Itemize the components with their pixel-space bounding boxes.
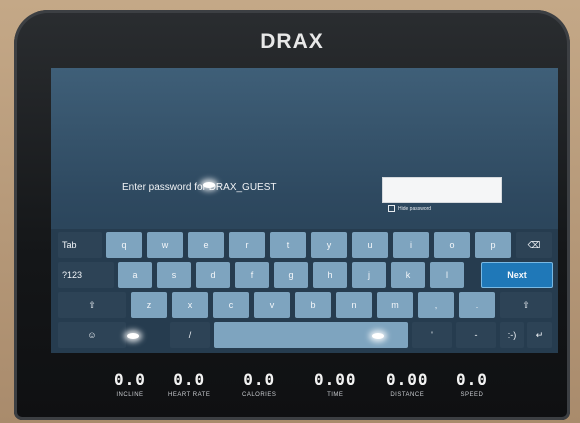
key-emoji[interactable]: ☺ bbox=[58, 322, 126, 348]
key-p[interactable]: p bbox=[475, 232, 511, 258]
workout-stats-panel: 0.0 INCLINE 0.0 HEART RATE 0.0 CALORIES … bbox=[94, 370, 514, 410]
light-reflection bbox=[127, 333, 139, 339]
console-bezel: DRAX Enter password for DRAX_GUEST Hide … bbox=[14, 10, 570, 420]
key-shift-left[interactable]: ⇧ bbox=[58, 292, 126, 318]
stat-value: 0.0 bbox=[173, 370, 206, 389]
key-r[interactable]: r bbox=[229, 232, 265, 258]
stat-label: SPEED bbox=[460, 392, 484, 398]
hide-password-option[interactable]: Hide password bbox=[388, 205, 431, 212]
key-i[interactable]: i bbox=[393, 232, 429, 258]
key-c[interactable]: c bbox=[213, 292, 249, 318]
key-t[interactable]: t bbox=[270, 232, 306, 258]
stat-value: 0.0 bbox=[456, 370, 488, 389]
key-next[interactable]: Next bbox=[481, 262, 553, 288]
key-slash[interactable]: / bbox=[170, 322, 210, 348]
password-input[interactable] bbox=[382, 177, 502, 203]
brand-logo: DRAX bbox=[260, 30, 324, 53]
key-j[interactable]: j bbox=[352, 262, 386, 288]
key-w[interactable]: w bbox=[147, 232, 183, 258]
key-a[interactable]: a bbox=[118, 262, 152, 288]
key-d[interactable]: d bbox=[196, 262, 230, 288]
stat-label: TIME bbox=[327, 392, 344, 398]
stat-value: 0.0 bbox=[243, 370, 276, 389]
stat-value: 0.00 bbox=[386, 370, 429, 389]
key-o[interactable]: o bbox=[434, 232, 470, 258]
key-period[interactable]: . bbox=[459, 292, 495, 318]
key-enter[interactable]: ↵ bbox=[527, 322, 552, 348]
stat-value: 0.0 bbox=[114, 370, 146, 389]
stat-label: DISTANCE bbox=[390, 392, 425, 398]
key-tab[interactable]: Tab bbox=[58, 232, 102, 258]
key-f[interactable]: f bbox=[235, 262, 269, 288]
key-g[interactable]: g bbox=[274, 262, 308, 288]
key-u[interactable]: u bbox=[352, 232, 388, 258]
password-prompt: Enter password for DRAX_GUEST bbox=[122, 182, 277, 193]
key-q[interactable]: q bbox=[106, 232, 142, 258]
key-y[interactable]: y bbox=[311, 232, 347, 258]
key-h[interactable]: h bbox=[313, 262, 347, 288]
stat-value: 0.00 bbox=[314, 370, 357, 389]
key-shift-right[interactable]: ⇧ bbox=[500, 292, 552, 318]
stat-label: CALORIES bbox=[242, 392, 277, 398]
stat-calories: 0.0 CALORIES bbox=[242, 370, 276, 398]
key-z[interactable]: z bbox=[131, 292, 167, 318]
key-dash[interactable]: - bbox=[456, 322, 496, 348]
light-reflection bbox=[203, 182, 215, 188]
key-s[interactable]: s bbox=[157, 262, 191, 288]
key-b[interactable]: b bbox=[295, 292, 331, 318]
stat-label: HEART RATE bbox=[168, 392, 211, 398]
stat-speed: 0.0 SPEED bbox=[456, 370, 488, 398]
hide-password-checkbox[interactable] bbox=[388, 205, 395, 212]
key-apostrophe[interactable]: ' bbox=[412, 322, 452, 348]
key-k[interactable]: k bbox=[391, 262, 425, 288]
key-l[interactable]: l bbox=[430, 262, 464, 288]
key-v[interactable]: v bbox=[254, 292, 290, 318]
key-backspace[interactable]: ⌫ bbox=[516, 232, 552, 258]
key-m[interactable]: m bbox=[377, 292, 413, 318]
stat-label: INCLINE bbox=[116, 392, 144, 398]
key-smiley[interactable]: :-) bbox=[500, 322, 524, 348]
touch-screen: Enter password for DRAX_GUEST Hide passw… bbox=[51, 68, 558, 353]
key-x[interactable]: x bbox=[172, 292, 208, 318]
stat-distance: 0.00 DISTANCE bbox=[386, 370, 429, 398]
key-n[interactable]: n bbox=[336, 292, 372, 318]
stat-incline: 0.0 INCLINE bbox=[114, 370, 146, 398]
hide-password-label: Hide password bbox=[398, 205, 432, 212]
key-e[interactable]: e bbox=[188, 232, 224, 258]
stat-time: 0.00 TIME bbox=[314, 370, 357, 398]
key-comma[interactable]: , bbox=[418, 292, 454, 318]
light-reflection bbox=[372, 333, 384, 339]
key-symbols[interactable]: ?123 bbox=[58, 262, 114, 288]
stat-heart-rate: 0.0 HEART RATE bbox=[168, 370, 210, 398]
